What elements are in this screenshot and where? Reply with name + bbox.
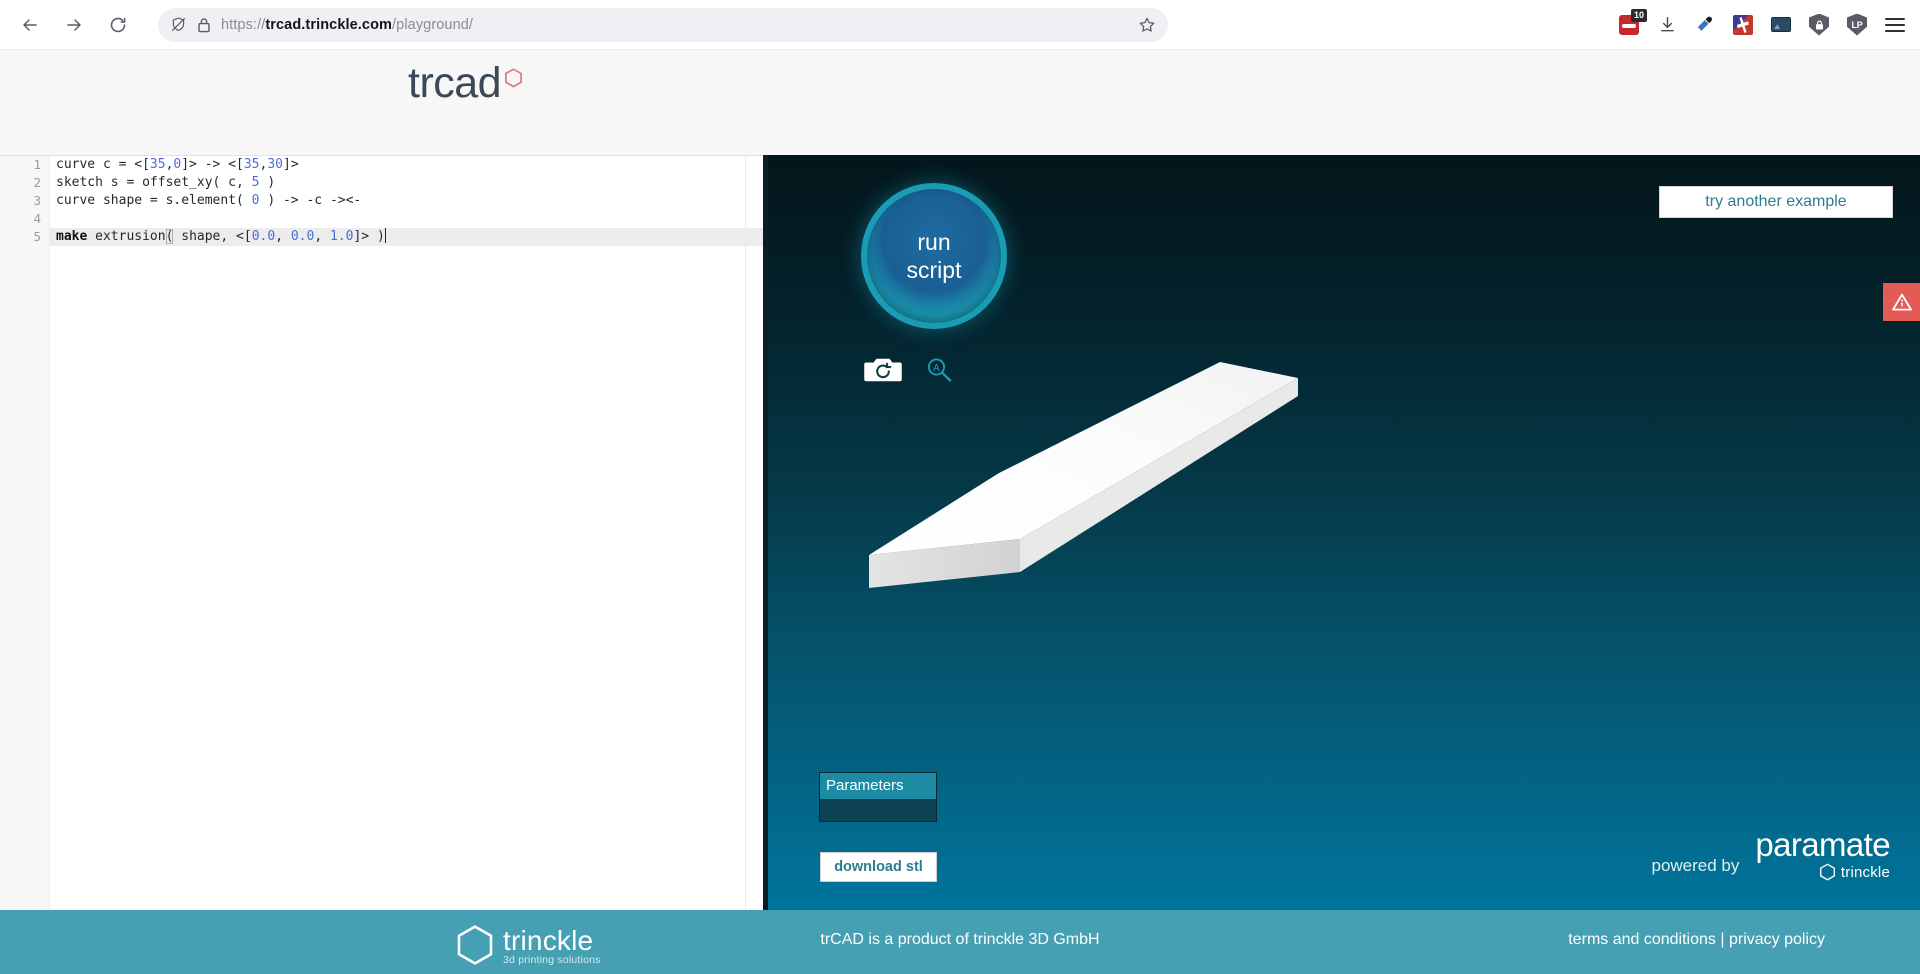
downloads-icon[interactable] [1656,14,1678,36]
line-number: 4 [0,210,49,228]
code-text: , [275,229,291,244]
download-stl-button[interactable]: download stl [820,852,937,882]
back-button[interactable] [10,5,50,45]
code-keyword: make [56,229,87,244]
hexagon-icon [1819,863,1836,882]
url-bar-container: https://trcad.trinckle.com/playground/ [158,8,1168,42]
line-number: 2 [0,174,49,192]
parameters-panel-title: Parameters [820,773,936,799]
paramate-wordmark: paramate [1755,828,1890,862]
code-number: 5 [252,175,260,190]
code-text: ) -> -c -><- [260,193,362,208]
browser-toolbar: https://trcad.trinckle.com/playground/ 1… [0,0,1920,50]
shield-off-icon[interactable] [170,16,187,33]
code-number: 35 [244,157,260,172]
code-text: sketch s = offset_xy( c, [56,175,252,190]
colorzilla-eyedropper-icon[interactable] [1694,14,1716,36]
code-number: 0.0 [291,229,314,244]
powered-by-paramate: powered by paramate trinckle [1651,828,1890,882]
code-line-1[interactable]: curve c = <[35,0]> -> <[35,30]> [50,156,768,174]
trinckle-label: trinckle [1841,864,1890,881]
code-editor[interactable]: 1 2 3 4 5 curve c = <[35,0]> -> <[35,30]… [0,155,768,910]
code-line-2[interactable]: sketch s = offset_xy( c, 5 ) [50,174,768,192]
address-bar[interactable]: https://trcad.trinckle.com/playground/ [158,8,1168,42]
code-line-4[interactable] [50,210,768,228]
browser-nav-buttons [0,5,138,45]
3d-viewport[interactable]: run script A try another example [768,155,1920,910]
flag-extension-icon[interactable] [1732,14,1754,36]
code-text: ]> [283,157,299,172]
code-text: curve shape = s.element( [56,193,252,208]
privacy-lock-icon[interactable] [1808,14,1830,36]
footer-logo-tagline: 3d printing solutions [503,954,601,966]
run-script-label-line1: run [917,228,950,256]
url-text[interactable]: https://trcad.trinckle.com/playground/ [221,17,1128,33]
site-footer: trinckle 3d printing solutions trCAD is … [0,910,1920,974]
line-number: 3 [0,192,49,210]
star-icon[interactable] [1138,16,1156,34]
editor-code-area[interactable]: curve c = <[35,0]> -> <[35,30]> sketch s… [50,156,768,910]
site-header: trcad EDITOR | PLAYGROUND | DOCUMENTATIO… [0,50,1920,160]
code-text: ) [260,175,276,190]
extruded-slab-3d-model[interactable] [868,360,1298,615]
code-line-3[interactable]: curve shape = s.element( 0 ) -> -c -><- [50,192,768,210]
hamburger-menu-icon[interactable] [1884,14,1906,36]
code-number: 30 [267,157,283,172]
brand-text: trcad [408,62,501,105]
editor-line-number-gutter: 1 2 3 4 5 [0,156,50,910]
hexagon-icon [504,68,523,89]
brand-logo[interactable]: trcad [408,62,523,105]
warning-tab-button[interactable] [1883,283,1920,321]
ublock-origin-icon[interactable]: 10 [1618,14,1640,36]
parameters-panel-body[interactable] [820,799,936,821]
code-number: 1.0 [330,229,353,244]
lock-icon[interactable] [197,17,211,33]
privacy-policy-link[interactable]: privacy policy [1729,931,1825,948]
code-line-5[interactable]: make extrusion( shape, <[0.0, 0.0, 1.0]>… [50,228,768,246]
line-number: 5 [0,228,49,246]
run-script-button[interactable]: run script [861,183,1007,329]
code-text: ]> ) [353,229,384,244]
text-caret [385,228,386,243]
code-text: ]> -> <[ [181,157,244,172]
warning-triangle-info-icon [1891,292,1913,312]
ublock-badge-count: 10 [1631,9,1647,22]
code-text: , [314,229,330,244]
code-text: curve c = <[ [56,157,150,172]
code-number: 0 [252,193,260,208]
try-another-example-label: try another example [1705,193,1846,211]
trinckle-sublogo: trinckle [1819,863,1890,882]
code-number: 35 [150,157,166,172]
run-script-label-line2: script [907,256,962,284]
browser-extension-icons: 10 LP [1618,14,1920,36]
lastpass-icon[interactable]: LP [1846,14,1868,36]
code-number: 0.0 [252,229,275,244]
screenshot-extension-icon[interactable] [1770,14,1792,36]
footer-link-separator: | [1720,931,1724,948]
forward-button[interactable] [54,5,94,45]
parameters-panel[interactable]: Parameters [819,772,937,822]
editor-indent-guide [745,156,746,910]
code-text: extrusion [87,229,165,244]
reload-button[interactable] [98,5,138,45]
line-number: 1 [0,156,49,174]
footer-legal-links: terms and conditions | privacy policy [1568,931,1825,949]
paramate-logo: paramate trinckle [1755,828,1890,882]
code-text: shape, <[ [173,229,251,244]
download-stl-label: download stl [834,859,923,875]
terms-and-conditions-link[interactable]: terms and conditions [1568,931,1716,948]
powered-by-label: powered by [1651,856,1739,882]
try-another-example-button[interactable]: try another example [1659,186,1893,218]
